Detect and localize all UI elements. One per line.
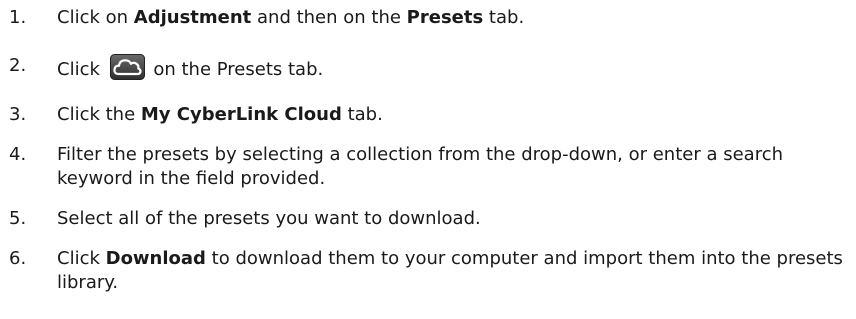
step-number: 6. bbox=[9, 248, 27, 269]
step-text: Filter the presets by selecting a collec… bbox=[57, 144, 784, 189]
cloud-icon bbox=[109, 54, 145, 80]
step-text: Click on the Presets tab. bbox=[57, 54, 847, 82]
step-text: Click Download to download them to your … bbox=[57, 248, 843, 293]
step-number: 1. bbox=[9, 7, 27, 28]
step-text: Select all of the presets you want to do… bbox=[57, 208, 481, 229]
step-text: Click on Adjustment and then on the Pres… bbox=[57, 7, 525, 28]
presets-term: Presets bbox=[406, 7, 484, 28]
download-term: Download bbox=[105, 248, 206, 269]
step-number: 2. bbox=[9, 55, 27, 76]
step-number: 3. bbox=[9, 104, 27, 125]
step-number: 4. bbox=[9, 144, 27, 165]
step-number: 5. bbox=[9, 208, 27, 229]
adjustment-term: Adjustment bbox=[133, 7, 252, 28]
step-text: Click the My CyberLink Cloud tab. bbox=[57, 104, 383, 125]
my-cyberlink-cloud-term: My CyberLink Cloud bbox=[140, 104, 342, 125]
